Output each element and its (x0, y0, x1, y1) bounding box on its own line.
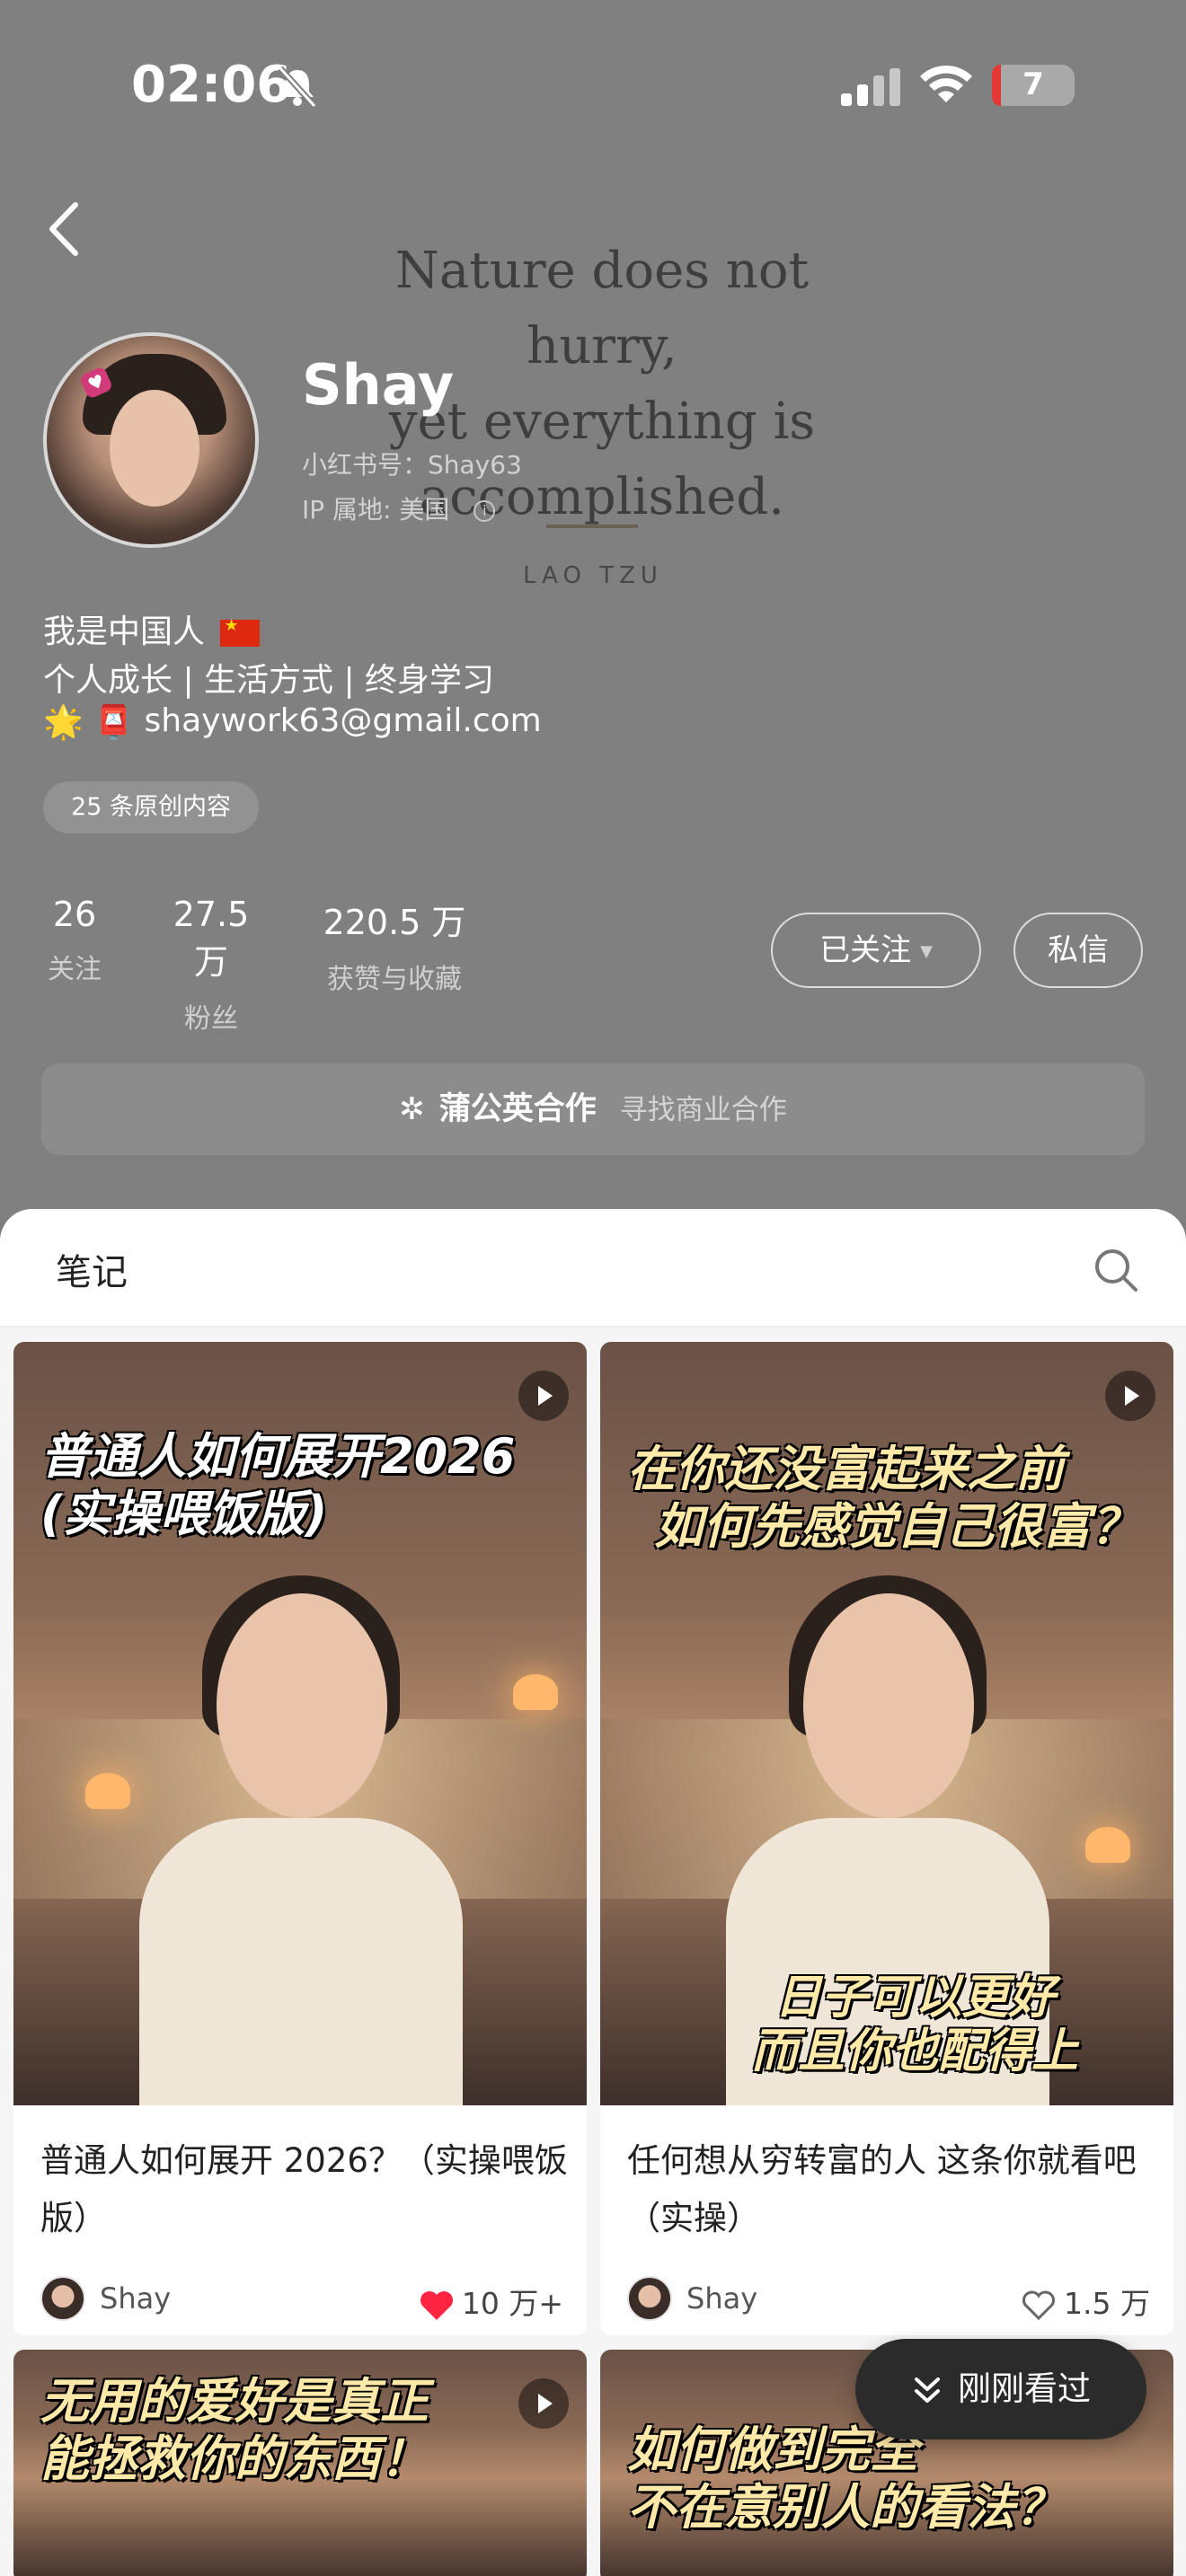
stat-value: 220.5 万 (323, 903, 466, 942)
bio-line: 🌟 📮 shaywork63@gmail.com (43, 702, 542, 741)
cooperation-subtitle: 寻找商业合作 (619, 1094, 787, 1126)
banner-author: LAO TZU (523, 562, 663, 589)
battery-icon: 7 (992, 65, 1075, 106)
bio-email[interactable]: shaywork63@gmail.com (145, 702, 542, 739)
info-icon[interactable]: i (474, 500, 496, 522)
author-name: Shay (686, 2281, 758, 2316)
original-content-badge[interactable]: 25 条原创内容 (43, 781, 259, 834)
note-card[interactable]: 无用的爱好是真正 能拯救你的东西！ (13, 2350, 587, 2576)
note-title[interactable]: 任何想从穷转富的人 这条你就看吧（实操） (627, 2132, 1157, 2247)
following-label: 已关注 (819, 932, 912, 968)
wifi-icon (920, 65, 972, 102)
double-chevron-down-icon (915, 2377, 940, 2403)
bio-line: 个人成长 | 生活方式 | 终身学习 (43, 662, 495, 699)
profile-id: 小红书号：Shay63 (302, 450, 522, 480)
cooperation-title: 蒲公英合作 (438, 1091, 597, 1127)
note-thumbnail[interactable]: 无用的爱好是真正 能拯救你的东西！ (13, 2350, 587, 2576)
banner-divider (546, 525, 638, 528)
note-thumbnail[interactable]: 在你还没富起来之前 如何先感觉自己很富？ 日子可以更好 而且你也配得上 (600, 1342, 1173, 2105)
thumbnail-caption-bottom: 日子可以更好 而且你也配得上 (672, 1971, 1157, 2078)
status-time: 02:06 (131, 56, 292, 114)
thumbnail-caption: 普通人如何展开2026 (实操喂饭版) (40, 1428, 571, 1543)
avatar[interactable]: ♥ (43, 332, 259, 548)
avatar-face (110, 390, 199, 507)
bio-text: 我是中国人 (43, 613, 206, 650)
recently-viewed-button[interactable]: 刚刚看过 (855, 2339, 1146, 2439)
play-icon (1105, 1371, 1155, 1421)
play-icon (518, 1371, 569, 1421)
lamp-glow (1085, 1827, 1130, 1863)
like-count-text: 1.5 万 (1064, 2286, 1150, 2321)
battery-percent: 7 (1022, 66, 1044, 102)
play-icon (518, 2378, 569, 2429)
heart-outline-icon (1022, 2290, 1056, 2320)
thumbnail-caption: 无用的爱好是真正 能拯救你的东西！ (40, 2373, 571, 2488)
caret-down-icon: ▼ (920, 941, 933, 961)
author-avatar (40, 2276, 85, 2321)
dandelion-icon: ✲ (399, 1091, 425, 1127)
stat-followers[interactable]: 27.5 万 粉丝 (153, 895, 270, 1036)
stat-label: 关注 (48, 954, 102, 985)
profile-header: Nature does not hurry, yet everything is… (0, 0, 1186, 1222)
like-count-text: 10 万+ (461, 2286, 563, 2321)
recently-viewed-label: 刚刚看过 (958, 2369, 1091, 2408)
stat-label: 获赞与收藏 (327, 964, 462, 995)
note-title[interactable]: 普通人如何展开 2026？（实操喂饭版） (40, 2132, 571, 2247)
sparkle-mailbox-icon: 🌟 📮 (43, 704, 135, 741)
search-icon[interactable] (1091, 1245, 1141, 1295)
stat-label: 粉丝 (184, 1003, 238, 1035)
caption-line: 能拯救你的东西！ (40, 2430, 429, 2487)
caption-line: 普通人如何展开2026 (40, 1428, 516, 1485)
thumbnail-caption: 在你还没富起来之前 如何先感觉自己很富？ (627, 1441, 1157, 1556)
thumbnail-person (139, 1575, 463, 2105)
author-name: Shay (100, 2281, 172, 2316)
cooperation-bar[interactable]: ✲ 蒲公英合作 寻找商业合作 (41, 1063, 1145, 1155)
caption-line: (实操喂饭版) (40, 1486, 328, 1542)
caption-line: 不在意别人的看法？ (627, 2479, 1064, 2536)
lamp-glow (85, 1773, 130, 1809)
following-button[interactable]: 已关注 ▼ (771, 913, 981, 988)
author-avatar (627, 2276, 672, 2321)
tab-notes[interactable]: 笔记 (56, 1243, 128, 1295)
stat-value: 26 (52, 895, 97, 934)
caption-line: 无用的爱好是真正 (40, 2373, 429, 2430)
profile-ip: IP 属地: 美国 i (302, 490, 496, 526)
note-card[interactable]: 在你还没富起来之前 如何先感觉自己很富？ 日子可以更好 而且你也配得上 任何想从… (600, 1342, 1173, 2335)
like-count[interactable]: 1.5 万 (1021, 2280, 1150, 2323)
stat-following[interactable]: 26 关注 (43, 895, 106, 986)
bell-off-icon (278, 66, 317, 108)
bio-line: 我是中国人 (43, 605, 261, 652)
caption-line: 如何先感觉自己很富？ (654, 1498, 1139, 1555)
status-bar: 02:06 7 (0, 0, 1186, 171)
caption-line: 而且你也配得上 (750, 2025, 1078, 2078)
stat-value: 27.5 万 (173, 895, 250, 982)
cellular-signal-icon (841, 68, 900, 106)
caption-line: 日子可以更好 (774, 1971, 1055, 2025)
stat-likes-collections[interactable]: 220.5 万 获赞与收藏 (311, 895, 478, 996)
note-card[interactable]: 普通人如何展开2026 (实操喂饭版) 普通人如何展开 2026？（实操喂饭版）… (13, 1342, 587, 2335)
message-button[interactable]: 私信 (1013, 913, 1143, 988)
lamp-glow (513, 1674, 558, 1710)
back-arrow-icon[interactable] (43, 198, 86, 260)
person-head (217, 1593, 387, 1818)
like-count[interactable]: 10 万+ (419, 2280, 563, 2323)
ip-location-text: IP 属地: 美国 (302, 495, 450, 525)
china-flag-icon (220, 616, 261, 647)
caption-line: 在你还没富起来之前 (627, 1441, 1064, 1497)
heart-filled-icon (420, 2290, 453, 2320)
note-thumbnail[interactable]: 普通人如何展开2026 (实操喂饭版) (13, 1342, 587, 2105)
person-head (803, 1593, 974, 1818)
person-body (139, 1818, 463, 2105)
profile-name: Shay (302, 352, 455, 418)
notes-header: 笔记 (0, 1209, 1186, 1328)
